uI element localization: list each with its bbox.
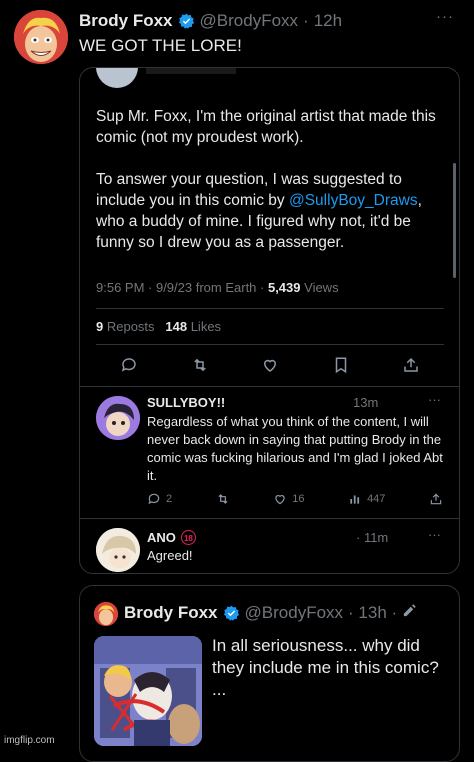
top-tweet-header: Brody Foxx @BrodyFoxx · 12h xyxy=(79,10,342,32)
brody-foxx-avatar[interactable] xyxy=(14,10,68,64)
reply-icon xyxy=(148,493,160,505)
reply-paragraph-2: To answer your question, I was suggested… xyxy=(96,171,422,251)
imgflip-watermark: imgflip.com xyxy=(4,735,55,746)
reply-1-actions: 2 16 447 xyxy=(147,492,443,506)
reply-2-text: Agreed! xyxy=(147,548,193,563)
more-options-icon[interactable]: ··· xyxy=(436,8,454,25)
separator-dot: · xyxy=(303,11,309,30)
views-count: 5,439 xyxy=(267,280,301,295)
engagement-counts: 9 Reposts 148 Likes xyxy=(96,319,221,334)
divider-4 xyxy=(80,518,459,519)
author-name[interactable]: Brody Foxx xyxy=(79,11,173,31)
reply-1-more-icon[interactable]: ··· xyxy=(428,392,441,407)
reply-metadata: 9:56 PM · 9/9/23 from Earth · 5,439 View… xyxy=(96,280,339,295)
embedded-conversation-card: Sup Mr. Foxx, I'm the original artist th… xyxy=(79,67,460,574)
share-icon xyxy=(430,493,442,505)
tweet-text: WE GOT THE LORE! xyxy=(79,36,242,55)
quoted-tweet-card[interactable]: Brody Foxx @BrodyFoxx · 13h · In all ser… xyxy=(79,585,460,762)
scrollbar-thumb[interactable] xyxy=(453,163,456,278)
quoted-author-avatar xyxy=(94,602,118,626)
quoted-author-name: Brody Foxx xyxy=(124,603,218,622)
reply-1-retweet-button[interactable] xyxy=(216,492,230,506)
retweet-icon[interactable] xyxy=(191,356,209,374)
reply-1-name[interactable]: SULLYBOY!! xyxy=(147,395,225,410)
reposts-link[interactable]: 9 Reposts xyxy=(96,319,155,334)
sullyboy-avatar[interactable] xyxy=(96,396,140,440)
age-restricted-badge-icon: 18 xyxy=(180,530,196,545)
reply-2-time[interactable]: · 11m xyxy=(356,530,388,545)
reply-1-reply-button[interactable]: 2 xyxy=(147,492,172,506)
share-icon[interactable] xyxy=(402,356,420,374)
like-icon[interactable] xyxy=(261,356,279,374)
quoted-tweet-header: Brody Foxx @BrodyFoxx · 13h · xyxy=(124,603,417,623)
reply-2-header: ANO 18 xyxy=(147,530,196,545)
sullyboy-mention-link[interactable]: @SullyBoy_Draws xyxy=(289,192,418,209)
likes-link[interactable]: 148 Likes xyxy=(165,319,221,334)
divider-2 xyxy=(96,344,444,345)
verified-badge-icon xyxy=(223,605,240,622)
hidden-name-bar xyxy=(146,68,236,74)
divider-3 xyxy=(80,386,459,387)
ano-avatar[interactable] xyxy=(96,528,140,572)
reply-icon[interactable] xyxy=(120,356,138,374)
author-handle[interactable]: @BrodyFoxx xyxy=(200,11,299,31)
op-avatar-partial xyxy=(96,68,138,88)
reply-paragraph-1: Sup Mr. Foxx, I'm the original artist th… xyxy=(96,108,436,146)
reply-1-like-button[interactable]: 16 xyxy=(273,492,305,506)
analytics-icon xyxy=(350,495,360,504)
like-icon xyxy=(275,495,285,505)
reply-1-views-button[interactable]: 447 xyxy=(348,492,385,506)
verified-badge-icon xyxy=(178,13,195,30)
retweet-icon xyxy=(218,494,228,504)
bookmark-icon[interactable] xyxy=(332,356,350,374)
quoted-tweet-time: · 13h · xyxy=(348,603,398,622)
brody-avatar-illustration xyxy=(14,10,68,64)
reply-2-name[interactable]: ANO xyxy=(147,530,176,545)
reply-1-text: Regardless of what you think of the cont… xyxy=(147,414,443,483)
reply-1-time[interactable]: 13m xyxy=(353,395,378,410)
reply-1-share-button[interactable] xyxy=(429,492,443,506)
reply-2-more-icon[interactable]: ··· xyxy=(428,527,441,542)
quoted-author-handle: @BrodyFoxx xyxy=(244,603,344,622)
tweet-time[interactable]: 12h xyxy=(314,11,342,31)
divider-1 xyxy=(96,308,444,309)
edited-pencil-icon xyxy=(402,603,417,623)
quoted-tweet-text: In all seriousness... why did they inclu… xyxy=(212,636,439,699)
action-bar xyxy=(120,356,420,374)
comic-thumbnail-image[interactable] xyxy=(94,636,202,746)
reply-body: Sup Mr. Foxx, I'm the original artist th… xyxy=(96,106,444,253)
